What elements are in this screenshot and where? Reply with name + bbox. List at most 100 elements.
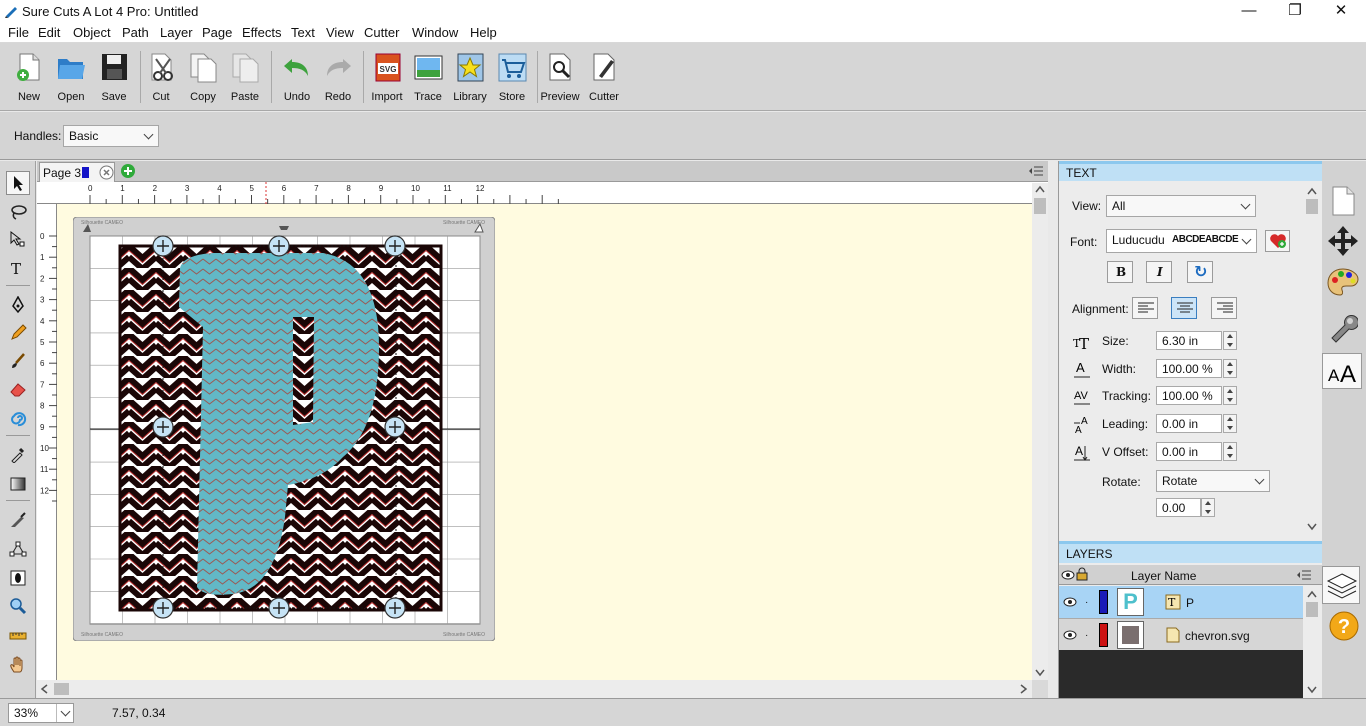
align-center-button[interactable]: [1171, 297, 1197, 319]
menu-view[interactable]: View: [326, 25, 354, 40]
text-tool[interactable]: T: [6, 257, 30, 281]
scroll-up-icon[interactable]: [1307, 590, 1317, 598]
lock-icon[interactable]: [1076, 567, 1088, 581]
open-button[interactable]: Open: [50, 49, 92, 107]
pencil-tool[interactable]: [6, 321, 30, 345]
size-spinner[interactable]: [1223, 331, 1237, 350]
canvas-hscrollbar[interactable]: [37, 680, 1032, 698]
font-select[interactable]: Luducudu ABCDEABCDE: [1106, 229, 1257, 253]
layer-color-swatch[interactable]: [1099, 590, 1108, 614]
add-page-icon[interactable]: [120, 163, 136, 179]
scroll-down-icon[interactable]: [1035, 669, 1045, 677]
help-question-icon[interactable]: ?: [1328, 610, 1360, 642]
size-input[interactable]: 6.30 in: [1156, 331, 1222, 350]
layer-lock-dot[interactable]: ·: [1085, 630, 1088, 641]
store-button[interactable]: Store: [491, 49, 533, 107]
visibility-eye-icon[interactable]: [1061, 569, 1075, 581]
layer-color-swatch[interactable]: [1099, 623, 1108, 647]
eraser-tool[interactable]: [6, 377, 30, 401]
view-select[interactable]: All: [1106, 195, 1256, 217]
close-button[interactable]: ✕: [1318, 0, 1364, 23]
knife-tool[interactable]: [6, 508, 30, 532]
save-button[interactable]: Save: [93, 49, 135, 107]
tracking-spinner[interactable]: [1223, 386, 1237, 405]
spiral-tool[interactable]: [6, 406, 30, 430]
lasso-tool[interactable]: [6, 200, 30, 224]
menu-path[interactable]: Path: [122, 25, 149, 40]
voffset-spinner[interactable]: [1223, 442, 1237, 461]
text-panel-tab[interactable]: AA: [1322, 353, 1362, 389]
brush-tool[interactable]: [6, 349, 30, 373]
italic-button[interactable]: I: [1146, 261, 1172, 283]
layer-row-chevron[interactable]: · chevron.svg: [1059, 618, 1303, 650]
menu-layer[interactable]: Layer: [160, 25, 193, 40]
leading-input[interactable]: 0.00 in: [1156, 414, 1222, 433]
move-arrows-icon[interactable]: [1327, 225, 1359, 257]
preview-button[interactable]: Preview: [539, 49, 581, 107]
width-input[interactable]: 100.00 %: [1156, 359, 1222, 378]
scroll-down-icon[interactable]: [1307, 686, 1317, 694]
favorite-font-button[interactable]: [1265, 230, 1290, 252]
menu-text[interactable]: Text: [291, 25, 315, 40]
redo-button[interactable]: Redo: [317, 49, 359, 107]
text-panel-scrollbar[interactable]: [1303, 183, 1321, 535]
menu-file[interactable]: File: [8, 25, 29, 40]
measure-tool[interactable]: [6, 624, 30, 648]
document-panel-icon[interactable]: [1328, 185, 1358, 217]
wrench-icon[interactable]: [1328, 311, 1358, 343]
eyedropper-tool[interactable]: [6, 442, 30, 466]
layer-lock-dot[interactable]: ·: [1085, 597, 1088, 608]
menu-object[interactable]: Object: [73, 25, 111, 40]
tracking-input[interactable]: 100.00 %: [1156, 386, 1222, 405]
node-select-tool[interactable]: [6, 227, 30, 251]
maximize-button[interactable]: ❐: [1272, 0, 1318, 23]
menu-help[interactable]: Help: [470, 25, 497, 40]
layers-menu-icon[interactable]: [1297, 570, 1311, 580]
minimize-button[interactable]: —: [1226, 0, 1272, 23]
close-page-icon[interactable]: [99, 165, 114, 180]
align-left-button[interactable]: [1132, 297, 1158, 319]
vscroll-thumb[interactable]: [1034, 198, 1046, 214]
zoom-select[interactable]: 33%: [8, 703, 74, 723]
node-edit-tool[interactable]: [6, 537, 30, 561]
layer-eye-icon[interactable]: [1063, 629, 1077, 641]
zoom-dropdown[interactable]: [56, 704, 74, 722]
rotate-input[interactable]: 0.00: [1156, 498, 1201, 517]
pan-tool[interactable]: [6, 652, 30, 676]
align-right-button[interactable]: [1211, 297, 1237, 319]
layer-row-p[interactable]: · P T P: [1059, 586, 1303, 618]
layers-scroll-thumb[interactable]: [1306, 602, 1318, 617]
voffset-input[interactable]: 0.00 in: [1156, 442, 1222, 461]
hscroll-thumb[interactable]: [54, 683, 69, 695]
layers-scrollbar[interactable]: [1303, 586, 1321, 698]
canvas-vscrollbar[interactable]: [1032, 183, 1048, 680]
handles-select[interactable]: Basic: [63, 125, 159, 147]
leading-spinner[interactable]: [1223, 414, 1237, 433]
select-tool[interactable]: [6, 171, 30, 195]
pen-tool[interactable]: [6, 293, 30, 317]
color-palette-icon[interactable]: [1327, 267, 1359, 297]
rotate-spinner[interactable]: [1201, 498, 1215, 517]
scroll-up-icon[interactable]: [1035, 185, 1045, 193]
page-tab[interactable]: Page 3: [39, 162, 115, 182]
panel-menu-icon[interactable]: [1029, 165, 1043, 177]
zoom-tool[interactable]: [6, 594, 30, 618]
menu-edit[interactable]: Edit: [38, 25, 60, 40]
scroll-up-icon[interactable]: [1307, 187, 1317, 195]
layers-panel-tab[interactable]: [1322, 566, 1360, 604]
bold-button[interactable]: B: [1107, 261, 1133, 283]
layer-eye-icon[interactable]: [1063, 596, 1077, 608]
cutter-button[interactable]: Cutter: [583, 49, 625, 107]
reset-text-button[interactable]: ↻: [1187, 261, 1213, 283]
rotate-mode-select[interactable]: Rotate: [1156, 470, 1270, 492]
text-scroll-thumb[interactable]: [1306, 199, 1318, 214]
gradient-tool[interactable]: [6, 472, 30, 496]
scroll-down-icon[interactable]: [1307, 523, 1317, 531]
scroll-left-icon[interactable]: [40, 684, 48, 694]
scroll-right-icon[interactable]: [1020, 684, 1028, 694]
menu-window[interactable]: Window: [412, 25, 458, 40]
menu-page[interactable]: Page: [202, 25, 232, 40]
menu-effects[interactable]: Effects: [242, 25, 282, 40]
width-spinner[interactable]: [1223, 359, 1237, 378]
menu-cutter[interactable]: Cutter: [364, 25, 399, 40]
